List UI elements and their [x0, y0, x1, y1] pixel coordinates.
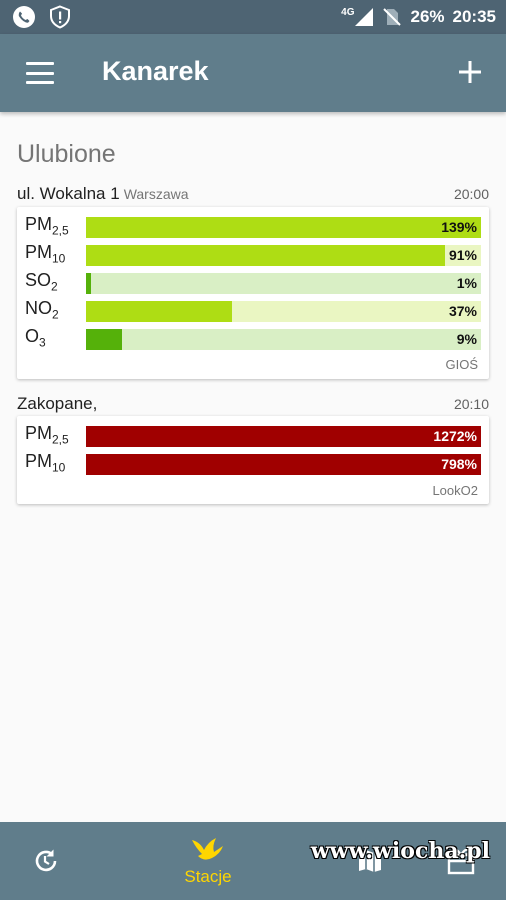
level-bar-fill	[86, 245, 446, 266]
level-bar-track: 1%	[86, 273, 481, 294]
pollutant-label: SO2	[25, 270, 58, 294]
watermark: www.wiocha.pl	[310, 838, 490, 864]
status-bar: 4G 26% 20:35	[0, 0, 506, 34]
nav-label-stations: Stacje	[184, 866, 232, 886]
level-bar-track: 1272%	[86, 426, 481, 447]
station-card[interactable]: GIOŚ PM2,5 139% PM10 91% SO2 1% NO2 37% O3 9%	[17, 207, 489, 379]
data-source: LookO2	[432, 483, 478, 498]
station-city: Warszawa	[123, 186, 189, 202]
add-icon[interactable]	[454, 56, 486, 88]
station-time: 20:00	[453, 186, 489, 202]
measurement-row: PM10 91%	[17, 241, 489, 269]
measurement-row: SO2 1%	[17, 269, 489, 297]
level-percent: 91%	[448, 247, 477, 263]
no-sim-icon	[383, 8, 402, 26]
level-percent: 798%	[441, 456, 477, 472]
data-source: GIOŚ	[445, 357, 478, 372]
station-header[interactable]: Zakopane, 20:10	[17, 394, 489, 418]
level-percent: 9%	[456, 331, 477, 347]
level-bar-fill	[86, 217, 481, 238]
signal-icon	[355, 8, 374, 26]
menu-icon[interactable]	[22, 56, 58, 90]
station-card[interactable]: LookO2 PM2,5 1272% PM10 798%	[17, 416, 489, 504]
pollutant-label: O3	[25, 326, 46, 350]
pollutant-label: PM2,5	[25, 423, 69, 447]
measurement-row: PM2,5 139%	[17, 213, 489, 241]
bird-icon	[192, 837, 223, 860]
clock: 20:35	[452, 7, 496, 26]
station-header[interactable]: ul. Wokalna 1 Warszawa 20:00	[17, 184, 489, 208]
shield-alert-icon	[50, 5, 70, 29]
level-bar-track: 37%	[86, 301, 481, 322]
level-percent: 37%	[448, 303, 477, 319]
history-icon	[35, 849, 57, 872]
measurement-row: PM10 798%	[17, 450, 489, 478]
level-percent: 1%	[456, 275, 477, 291]
measurement-row: O3 9%	[17, 325, 489, 353]
nav-history[interactable]	[28, 822, 64, 900]
level-percent: 139%	[441, 219, 477, 235]
level-bar-track: 139%	[86, 217, 481, 238]
pollutant-label: PM10	[25, 242, 66, 266]
station-name: Zakopane,	[17, 394, 98, 413]
level-bar-fill	[86, 273, 91, 294]
level-bar-fill	[86, 301, 233, 322]
level-bar-fill	[86, 426, 481, 447]
phone-icon	[13, 6, 35, 28]
station-name: ul. Wokalna 1 Warszawa	[17, 184, 189, 203]
app-bar: Kanarek	[0, 34, 506, 112]
section-title: Ulubione	[17, 140, 116, 168]
network-type: 4G	[341, 6, 355, 18]
battery-level: 26%	[410, 7, 445, 26]
nav-stations[interactable]: Stacje	[168, 822, 248, 900]
pollutant-label: NO2	[25, 298, 59, 322]
level-bar-track: 9%	[86, 329, 481, 350]
pollutant-label: PM10	[25, 451, 66, 475]
station-time: 20:10	[453, 396, 489, 412]
level-bar-track: 91%	[86, 245, 481, 266]
level-bar-fill	[86, 329, 122, 350]
level-percent: 1272%	[433, 428, 477, 444]
level-bar-track: 798%	[86, 454, 481, 475]
measurement-row: NO2 37%	[17, 297, 489, 325]
measurement-row: PM2,5 1272%	[17, 422, 489, 450]
app-title: Kanarek	[102, 56, 209, 86]
level-bar-fill	[86, 454, 481, 475]
pollutant-label: PM2,5	[25, 214, 69, 238]
